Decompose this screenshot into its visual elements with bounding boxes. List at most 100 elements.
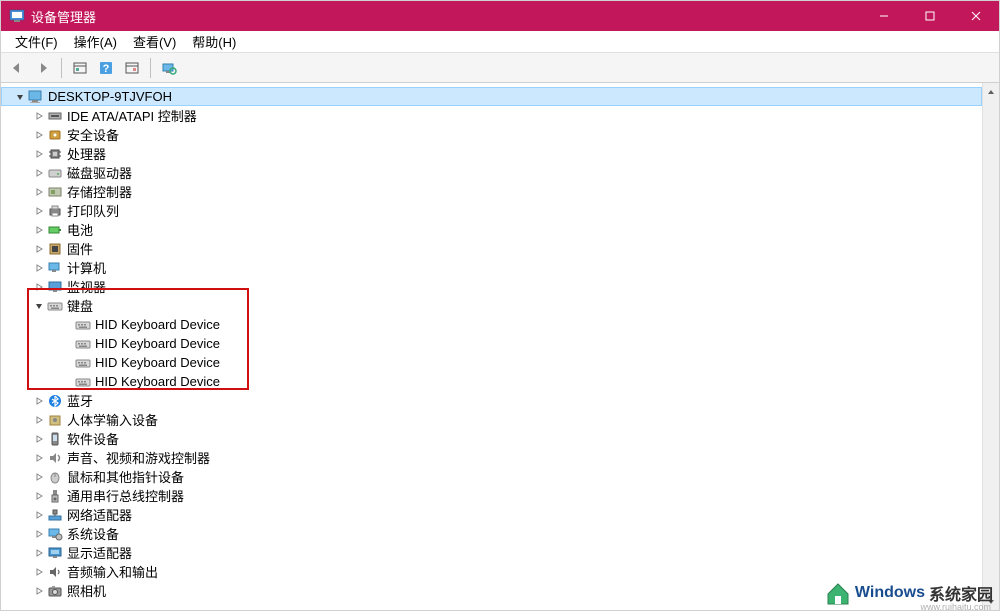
- tree-root[interactable]: DESKTOP-9TJVFOH: [1, 87, 982, 106]
- storage-icon: [47, 184, 63, 200]
- menu-action[interactable]: 操作(A): [66, 30, 125, 53]
- chevron-right-icon[interactable]: [31, 564, 47, 580]
- window-title: 设备管理器: [31, 7, 861, 26]
- node-label: 蓝牙: [67, 391, 93, 410]
- chevron-right-icon[interactable]: [31, 165, 47, 181]
- node-label: HID Keyboard Device: [95, 336, 220, 351]
- keyboard-icon: [75, 317, 91, 333]
- bluetooth-icon: [47, 393, 63, 409]
- nav-forward-button[interactable]: [31, 56, 55, 80]
- chevron-right-icon[interactable]: [31, 393, 47, 409]
- scroll-track[interactable]: [983, 100, 999, 593]
- toolbar-separator: [61, 58, 62, 78]
- firmware-icon: [47, 241, 63, 257]
- security-icon: [47, 127, 63, 143]
- watermark-url: www.ruihaitu.com: [920, 602, 991, 611]
- window-controls: [861, 1, 999, 31]
- tree-category[interactable]: 通用串行总线控制器: [1, 486, 982, 505]
- tree-device[interactable]: HID Keyboard Device: [1, 372, 982, 391]
- tree-category[interactable]: 音频输入和输出: [1, 562, 982, 581]
- tree-category[interactable]: 系统设备: [1, 524, 982, 543]
- keyboard-icon: [47, 298, 63, 314]
- keyboard-icon: [75, 355, 91, 371]
- node-label: 鼠标和其他指针设备: [67, 467, 184, 486]
- node-label: HID Keyboard Device: [95, 355, 220, 370]
- chevron-down-icon[interactable]: [12, 89, 28, 105]
- tree-category[interactable]: 处理器: [1, 144, 982, 163]
- tree-category[interactable]: 键盘: [1, 296, 982, 315]
- chevron-right-icon[interactable]: [31, 507, 47, 523]
- chevron-down-icon[interactable]: [31, 298, 47, 314]
- node-label: 处理器: [67, 144, 106, 163]
- tree-category[interactable]: 存储控制器: [1, 182, 982, 201]
- toolbar: ?: [1, 53, 999, 83]
- chevron-right-icon[interactable]: [31, 545, 47, 561]
- menu-view[interactable]: 查看(V): [125, 30, 184, 53]
- tree-category[interactable]: 磁盘驱动器: [1, 163, 982, 182]
- tree-category[interactable]: 人体学输入设备: [1, 410, 982, 429]
- tree-device[interactable]: HID Keyboard Device: [1, 334, 982, 353]
- minimize-button[interactable]: [861, 1, 907, 31]
- scroll-up-button[interactable]: [983, 83, 999, 100]
- node-label: 安全设备: [67, 125, 119, 144]
- node-label: 声音、视频和游戏控制器: [67, 448, 210, 467]
- node-label: 音频输入和输出: [67, 562, 158, 581]
- chevron-right-icon[interactable]: [31, 184, 47, 200]
- vertical-scrollbar[interactable]: [982, 83, 999, 610]
- tree-device[interactable]: HID Keyboard Device: [1, 353, 982, 372]
- device-tree[interactable]: DESKTOP-9TJVFOH IDE ATA/ATAPI 控制器 安全设备 处…: [1, 83, 982, 610]
- help-button[interactable]: ?: [94, 56, 118, 80]
- tree-category[interactable]: 计算机: [1, 258, 982, 277]
- tree-category[interactable]: 监视器: [1, 277, 982, 296]
- node-label: 电池: [67, 220, 93, 239]
- chevron-right-icon[interactable]: [31, 279, 47, 295]
- tree-category[interactable]: 打印队列: [1, 201, 982, 220]
- chevron-right-icon[interactable]: [31, 469, 47, 485]
- app-icon: [9, 8, 25, 24]
- chevron-right-icon[interactable]: [31, 412, 47, 428]
- node-label: 人体学输入设备: [67, 410, 158, 429]
- cpu-icon: [47, 146, 63, 162]
- node-label: DESKTOP-9TJVFOH: [48, 89, 172, 104]
- chevron-right-icon[interactable]: [31, 222, 47, 238]
- tree-category[interactable]: 电池: [1, 220, 982, 239]
- tree-category[interactable]: 鼠标和其他指针设备: [1, 467, 982, 486]
- menu-file[interactable]: 文件(F): [7, 30, 66, 53]
- chevron-right-icon[interactable]: [31, 488, 47, 504]
- tree-device[interactable]: HID Keyboard Device: [1, 315, 982, 334]
- menubar: 文件(F) 操作(A) 查看(V) 帮助(H): [1, 31, 999, 53]
- chevron-right-icon[interactable]: [31, 431, 47, 447]
- hid-icon: [47, 412, 63, 428]
- tree-category[interactable]: 网络适配器: [1, 505, 982, 524]
- chevron-right-icon[interactable]: [31, 127, 47, 143]
- close-button[interactable]: [953, 1, 999, 31]
- tree-category[interactable]: IDE ATA/ATAPI 控制器: [1, 106, 982, 125]
- maximize-button[interactable]: [907, 1, 953, 31]
- toolbar-separator: [150, 58, 151, 78]
- menu-help[interactable]: 帮助(H): [184, 30, 244, 53]
- chevron-right-icon[interactable]: [31, 583, 47, 599]
- chevron-right-icon[interactable]: [31, 241, 47, 257]
- node-label: 通用串行总线控制器: [67, 486, 184, 505]
- chevron-right-icon[interactable]: [31, 146, 47, 162]
- node-label: 显示适配器: [67, 543, 132, 562]
- show-hidden-button[interactable]: [68, 56, 92, 80]
- tree-category[interactable]: 安全设备: [1, 125, 982, 144]
- node-label: IDE ATA/ATAPI 控制器: [67, 106, 197, 125]
- battery-icon: [47, 222, 63, 238]
- chevron-right-icon[interactable]: [31, 450, 47, 466]
- scan-hardware-button[interactable]: [157, 56, 181, 80]
- nav-back-button[interactable]: [5, 56, 29, 80]
- ide-icon: [47, 108, 63, 124]
- house-icon: [825, 580, 851, 606]
- chevron-right-icon[interactable]: [31, 108, 47, 124]
- tree-category[interactable]: 蓝牙: [1, 391, 982, 410]
- tree-category[interactable]: 固件: [1, 239, 982, 258]
- chevron-right-icon[interactable]: [31, 526, 47, 542]
- tree-category[interactable]: 声音、视频和游戏控制器: [1, 448, 982, 467]
- properties-button[interactable]: [120, 56, 144, 80]
- chevron-right-icon[interactable]: [31, 203, 47, 219]
- tree-category[interactable]: 显示适配器: [1, 543, 982, 562]
- chevron-right-icon[interactable]: [31, 260, 47, 276]
- tree-category[interactable]: 软件设备: [1, 429, 982, 448]
